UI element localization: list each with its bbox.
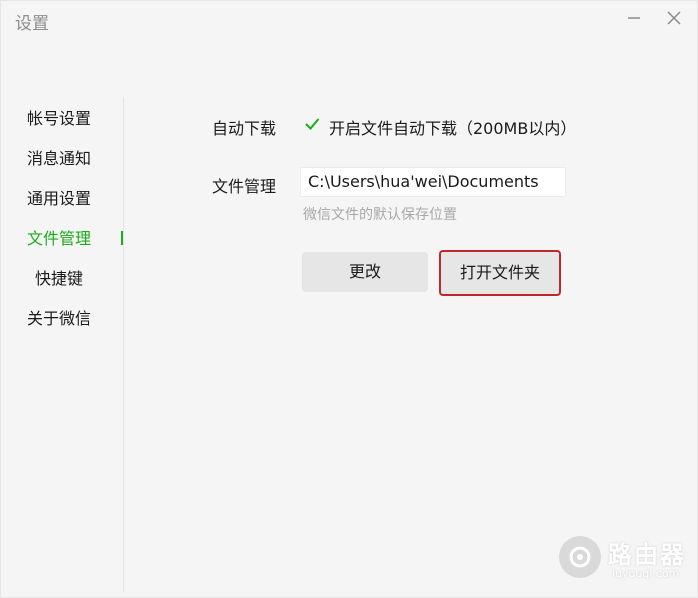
- settings-window: 设置 帐号设置 消息通知 通用设置 文件管理 快捷键 关于微信 自动下载 开启文…: [0, 0, 698, 598]
- watermark-name: 路由器: [608, 541, 686, 569]
- sidebar: [1, 97, 124, 592]
- change-path-button[interactable]: 更改: [302, 252, 428, 292]
- open-folder-button[interactable]: 打开文件夹: [439, 250, 561, 296]
- watermark-logo: 路由器 luyouqi.com: [556, 531, 696, 587]
- watermark-url: luyouqi.com: [612, 567, 680, 580]
- active-indicator: [121, 231, 123, 245]
- minimize-button[interactable]: [623, 7, 645, 29]
- sidebar-item-general[interactable]: 通用设置: [27, 185, 91, 208]
- sidebar-item-about[interactable]: 关于微信: [27, 305, 91, 328]
- sidebar-item-account[interactable]: 帐号设置: [27, 105, 91, 128]
- checkmark-icon: [305, 118, 320, 130]
- auto-download-label: 自动下载: [212, 119, 277, 138]
- close-icon: [667, 11, 681, 25]
- close-button[interactable]: [663, 7, 685, 29]
- auto-download-option[interactable]: 开启文件自动下载（200MB以内）: [329, 115, 576, 139]
- sidebar-item-notifications[interactable]: 消息通知: [27, 145, 91, 168]
- save-path-field: C:\Users\hua'wei\Documents: [300, 167, 566, 197]
- window-title: 设置: [15, 14, 49, 34]
- save-path-hint: 微信文件的默认保存位置: [303, 207, 457, 223]
- sidebar-item-shortcuts[interactable]: 快捷键: [35, 265, 83, 288]
- auto-download-checkbox[interactable]: [303, 115, 321, 133]
- sidebar-item-file-management[interactable]: 文件管理: [27, 225, 91, 248]
- file-management-label: 文件管理: [212, 177, 277, 196]
- minimize-icon: [628, 17, 640, 19]
- router-glyph: [569, 546, 591, 568]
- router-icon: [559, 536, 601, 578]
